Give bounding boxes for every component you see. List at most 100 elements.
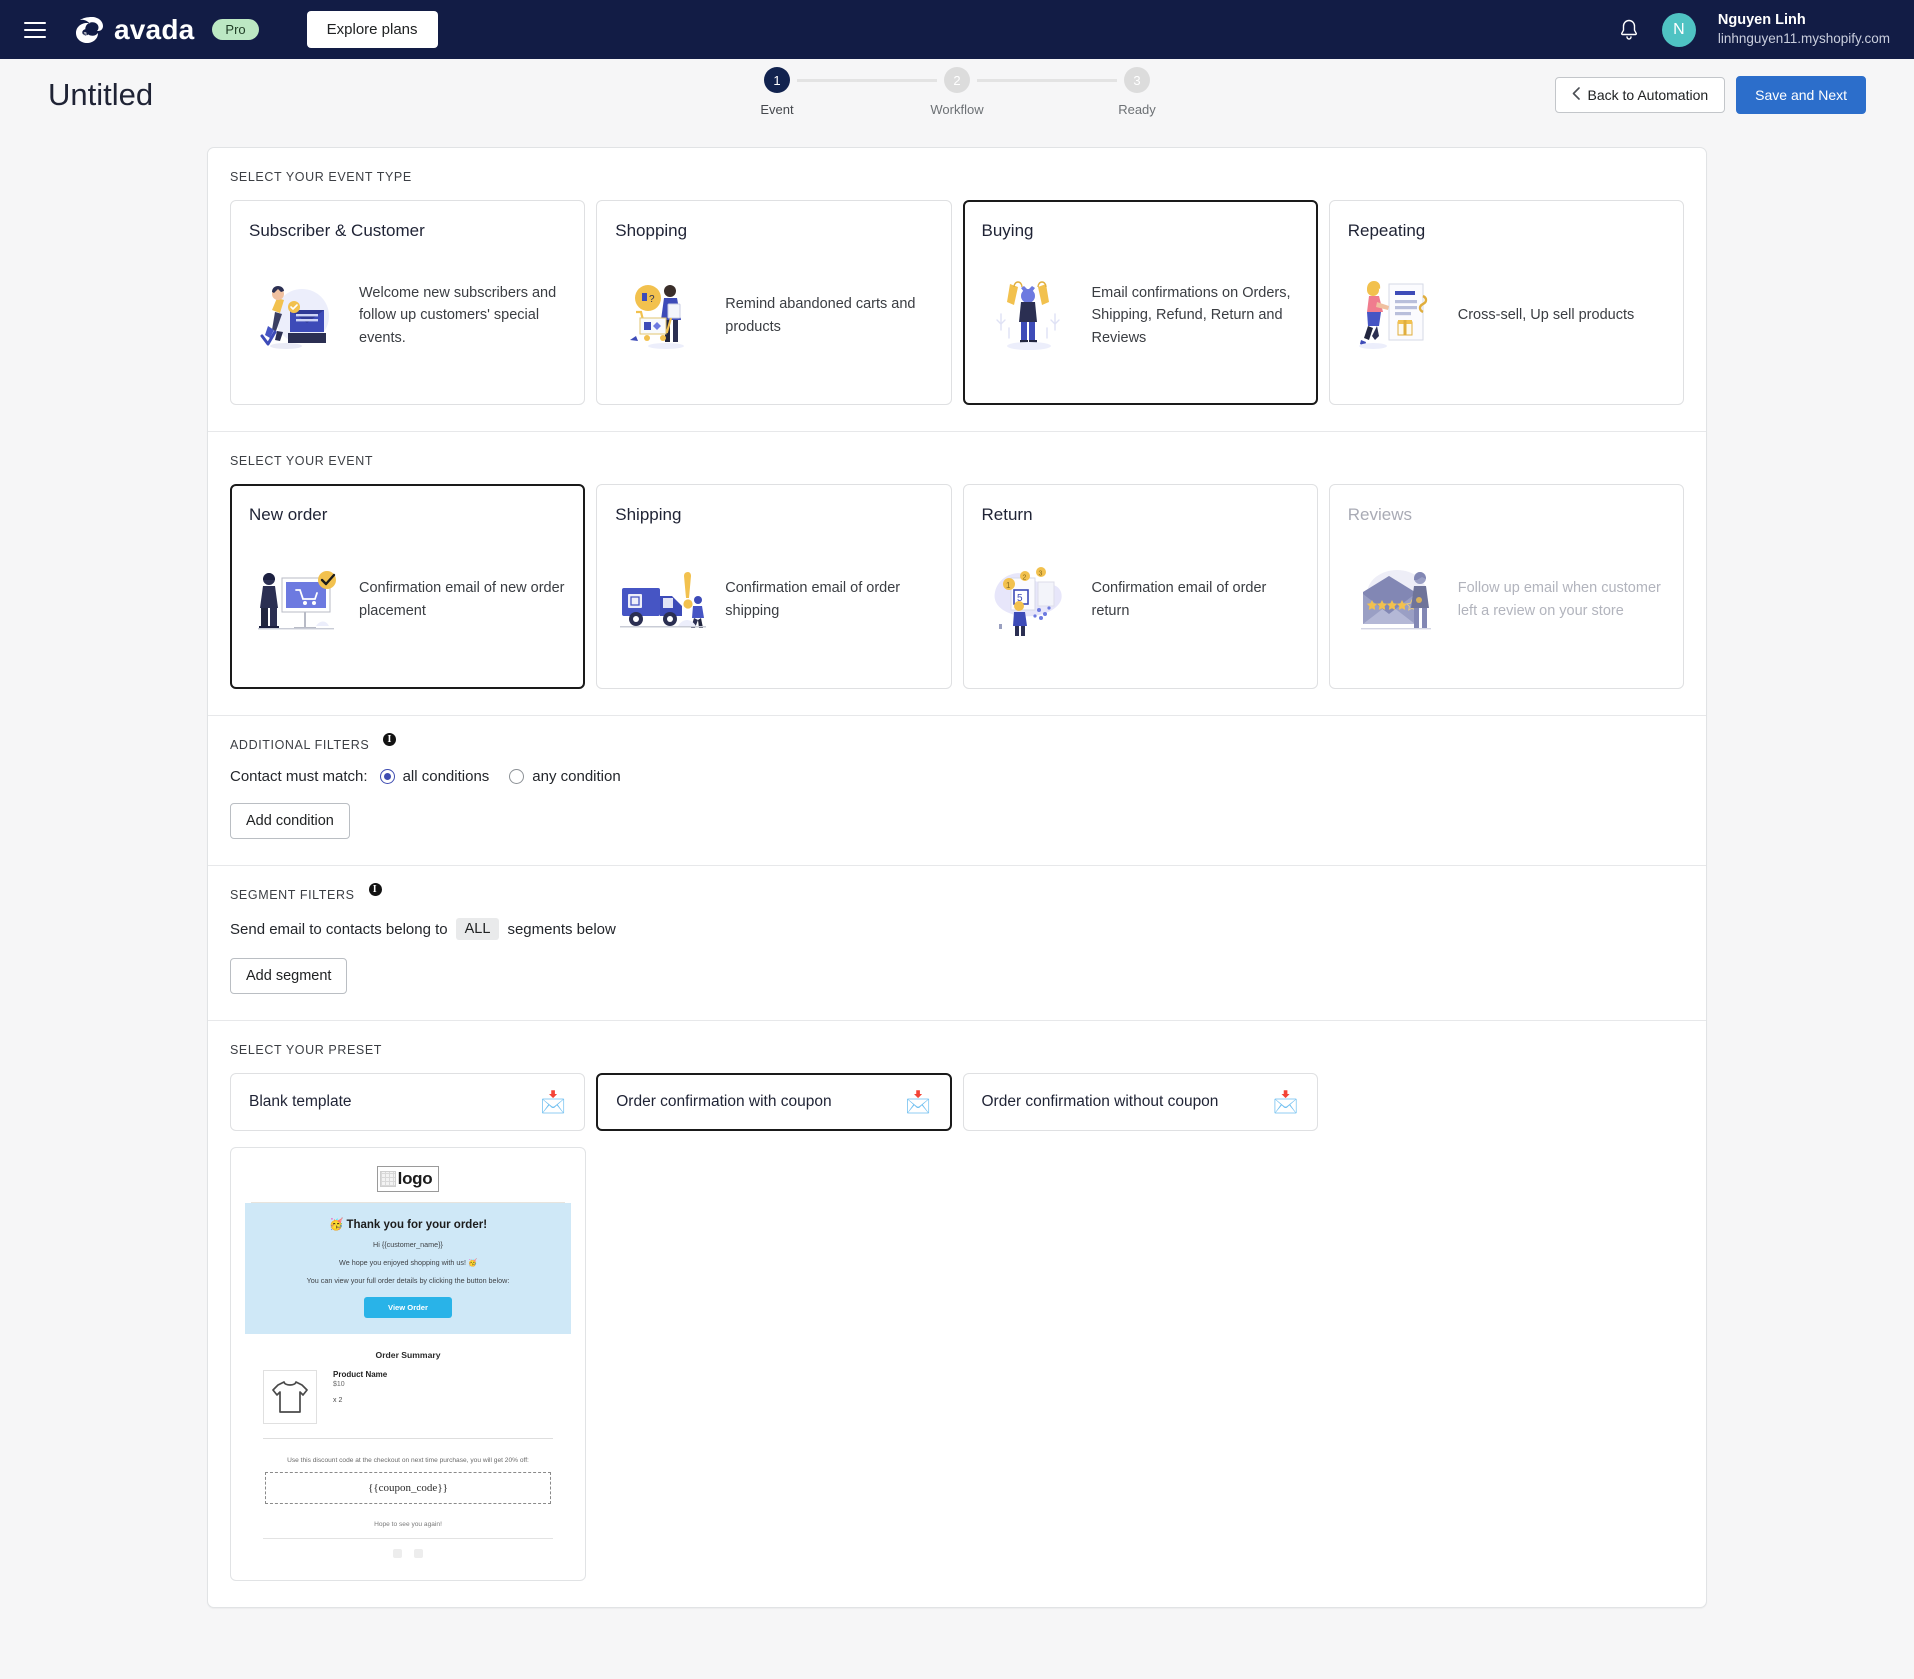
brand-logo[interactable]: a avada Pro [72,14,259,46]
info-icon[interactable]: i [383,733,397,746]
card-description: Confirmation email of new order placemen… [359,580,565,619]
main-content: SELECT YOUR EVENT TYPE Subscriber & Cust… [0,131,1914,1609]
segment-filters-title: SEGMENT FILTERS i [230,883,1684,902]
return-illustration: 5 1 2 3 [982,557,1078,643]
reviews-envelope-illustration [1348,557,1444,643]
svg-text:2: 2 [1022,574,1026,581]
step-connector-2 [977,79,1117,82]
preset-card-order-confirmation-without-coupon[interactable]: Order confirmation without coupon 📩 [962,1073,1318,1131]
radio-all-conditions-control[interactable] [379,769,395,784]
incoming-envelope-icon: 📩 [905,1090,932,1114]
back-to-automation-button[interactable]: Back to Automation [1554,77,1726,113]
card-description: Follow up email when customer left a rev… [1457,580,1661,619]
avada-mark-icon: a [72,15,104,45]
svg-text:a: a [83,30,87,37]
event-card-reviews: Reviews Follow up email when customer le… [1328,484,1684,689]
hamburger-menu-icon[interactable] [24,21,46,38]
event-section: SELECT YOUR EVENT New order Confirmation… [208,432,1706,716]
card-title: Buying [981,221,1034,240]
step-dot-2: 2 [944,67,970,93]
card-description: Email confirmations on Orders, Shipping,… [1091,284,1291,346]
top-nav-right-group: N Nguyen Linh linhnguyen11.myshopify.com [1618,11,1890,49]
preset-grid-spacer [1329,1073,1684,1131]
segment-scope-pill[interactable]: ALL [455,918,500,940]
incoming-envelope-icon: 📩 [540,1090,567,1114]
step-ready[interactable]: 3 Ready [1117,67,1157,117]
save-and-next-button[interactable]: Save and Next [1736,76,1866,114]
preset-section-title: SELECT YOUR PRESET [230,1043,383,1057]
card-title: Reviews [1347,505,1412,524]
user-info[interactable]: Nguyen Linh linhnguyen11.myshopify.com [1718,11,1890,49]
email-hero-line-2: We hope you enjoyed shopping with us! 🥳 [339,1257,477,1267]
email-product-price: $10 [333,1381,345,1389]
radio-any-condition[interactable]: any condition [509,768,621,785]
preset-card-blank-template[interactable]: Blank template 📩 [230,1073,586,1131]
radio-any-condition-control[interactable] [509,769,525,784]
radio-any-condition-label: any condition [532,768,621,785]
back-to-automation-label: Back to Automation [1587,87,1709,103]
plan-badge: Pro [212,19,259,40]
event-card-new-order[interactable]: New order Confirmation email of new orde… [230,484,586,689]
email-view-order-button[interactable]: View Order [364,1297,452,1319]
card-description: Remind abandoned carts and products [725,296,916,335]
email-logo-placeholder: logo [376,1166,440,1192]
tshirt-icon [263,1370,317,1425]
brand-name: avada [114,13,195,45]
event-card-return[interactable]: Return 5 1 2 3 Confirmation email of ord… [962,484,1318,689]
user-shop-domain: linhnguyen11.myshopify.com [1717,31,1890,47]
social-icon-2 [414,1549,423,1559]
svg-text:3: 3 [1038,570,1042,577]
preset-card-grid: Blank template 📩 Order confirmation with… [230,1073,1684,1131]
email-product-qty: x 2 [333,1397,343,1405]
avatar[interactable]: N [1661,12,1696,47]
email-product-info: Product Name $10 x 2 [333,1370,387,1404]
preset-card-order-confirmation-with-coupon[interactable]: Order confirmation with coupon 📩 [596,1073,952,1131]
top-navigation-bar: a avada Pro Explore plans N Nguyen Linh … [0,0,1914,59]
segment-text-after: segments below [507,920,616,938]
event-type-card-subscriber-customer[interactable]: Subscriber & Customer Welcome new subscr… [230,200,586,405]
email-hero-block: 🥳 Thank you for your order! Hi {{custome… [245,1203,571,1335]
additional-filters-label: ADDITIONAL FILTERS [230,738,370,752]
card-title: Repeating [1347,221,1426,240]
add-segment-button[interactable]: Add segment [230,958,348,994]
step-label-3: Ready [1118,102,1156,117]
info-icon[interactable]: i [368,883,382,896]
contact-match-row: Contact must match: all conditions any c… [230,768,1684,785]
email-hero-title: 🥳 Thank you for your order! [328,1219,488,1231]
segment-filters-section: SEGMENT FILTERS i Send email to contacts… [208,866,1706,1021]
segment-filters-label: SEGMENT FILTERS [230,888,355,902]
card-title: Shopping [615,221,688,240]
email-template-preview[interactable]: logo 🥳 Thank you for your order! Hi {{cu… [230,1147,586,1582]
event-type-card-repeating[interactable]: Repeating Cross-sell, Up sell products [1328,200,1684,405]
step-connector-1 [797,79,937,82]
bell-icon[interactable] [1618,18,1640,42]
radio-all-conditions[interactable]: all conditions [379,768,490,785]
radio-all-conditions-label: all conditions [402,768,490,785]
add-condition-button[interactable]: Add condition [230,803,350,839]
explore-plans-button[interactable]: Explore plans [306,11,438,48]
step-label-1: Event [760,102,794,117]
svg-text:1: 1 [1006,581,1011,590]
email-hero-line-1: Hi {{customer_name}} [373,1240,443,1249]
segment-text-row: Send email to contacts belong to ALL seg… [230,918,1684,940]
incoming-envelope-icon: 📩 [1272,1090,1299,1114]
step-label-2: Workflow [930,102,984,117]
event-type-card-shopping[interactable]: Shopping ? Remind abandoned carts and pr… [596,200,952,405]
shopping-cart-illustration: ? [615,273,711,359]
event-type-section-title: SELECT YOUR EVENT TYPE [230,170,412,184]
card-title: New order [249,505,328,524]
preset-label: Blank template [249,1093,352,1110]
event-type-section: SELECT YOUR EVENT TYPE Subscriber & Cust… [208,148,1706,432]
step-workflow[interactable]: 2 Workflow [930,67,984,117]
card-description: Cross-sell, Up sell products [1457,307,1635,324]
event-card-grid: New order Confirmation email of new orde… [230,484,1684,689]
step-event[interactable]: 1 Event [757,67,797,117]
event-type-card-buying[interactable]: Buying Email confirmations on Orders, Sh… [962,200,1318,405]
event-type-card-grid: Subscriber & Customer Welcome new subscr… [230,200,1684,405]
subscriber-illustration [249,273,345,359]
shipping-truck-illustration [615,557,711,643]
event-card-shipping[interactable]: Shipping Confirmation email of order shi… [596,484,952,689]
contact-match-label: Contact must match: [230,768,368,785]
step-dot-1: 1 [764,67,790,93]
segment-text-before: Send email to contacts belong to [230,920,448,938]
